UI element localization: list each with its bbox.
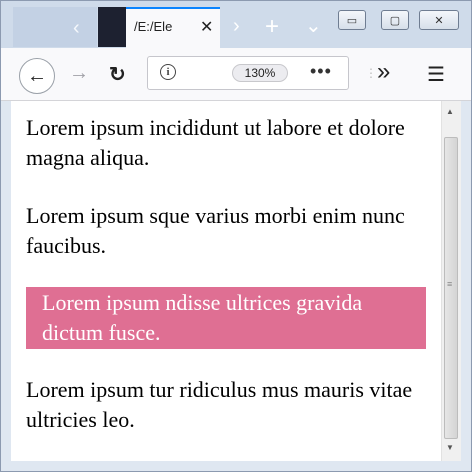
scroll-tabs-left-icon[interactable]: ‹ <box>73 17 80 40</box>
toolbar-separator: ⋮ <box>365 66 377 80</box>
page-actions-icon[interactable]: ••• <box>310 61 332 82</box>
tab-close-icon[interactable]: ✕ <box>200 17 213 37</box>
minimize-icon: ▭ <box>346 14 358 27</box>
restore-icon: ▢ <box>389 14 401 27</box>
overflow-menu-icon[interactable]: » <box>377 58 390 86</box>
highlighted-paragraph: Lorem ipsum ndisse ultrices gravida dict… <box>26 287 426 349</box>
tab-active[interactable]: /E:/Ele ✕ <box>126 7 220 48</box>
paragraph-4: Lorem ipsum tur ridiculus mus mauris vit… <box>26 377 413 432</box>
restore-button[interactable]: ▢ <box>381 10 409 30</box>
reload-button[interactable]: ↻ <box>109 62 126 87</box>
forward-button[interactable]: → <box>69 62 89 85</box>
scroll-up-arrow-icon[interactable]: ▲ <box>446 107 454 116</box>
scrollbar-thumb[interactable]: ≡ <box>444 137 458 439</box>
url-bar[interactable]: i 130% ••• <box>147 56 349 90</box>
tab-strip: ‹ ts /E:/Ele ✕ › + ⌄ ▭ ▢ ✕ <box>1 1 471 48</box>
minimize-button[interactable]: ▭ <box>338 10 366 30</box>
tab-previous[interactable]: ‹ ts <box>13 7 109 47</box>
paragraph-1: Lorem ipsum incididunt ut labore et dolo… <box>26 115 405 170</box>
navigation-toolbar: ← → ↻ i 130% ••• ⋮ » ☰ <box>1 48 471 101</box>
scrollbar-grip-icon: ≡ <box>447 279 453 289</box>
new-tab-icon[interactable]: + <box>265 13 279 41</box>
paragraph-2: Lorem ipsum sque varius morbi enim nunc … <box>26 203 405 258</box>
list-all-tabs-icon[interactable]: ⌄ <box>305 13 322 38</box>
vertical-scrollbar[interactable]: ▲ ≡ ▼ <box>441 101 461 461</box>
tab-dark-favicon[interactable] <box>98 7 126 47</box>
zoom-level-badge[interactable]: 130% <box>232 64 288 82</box>
site-info-icon[interactable]: i <box>160 64 176 80</box>
browser-window: ‹ ts /E:/Ele ✕ › + ⌄ ▭ ▢ ✕ ← → ↻ i 130% … <box>0 0 472 472</box>
page-content: Lorem ipsum incididunt ut labore et dolo… <box>11 101 441 461</box>
scroll-tabs-right-icon[interactable]: › <box>233 15 240 38</box>
scroll-down-arrow-icon[interactable]: ▼ <box>446 443 454 452</box>
close-icon: ✕ <box>434 14 444 27</box>
tab-active-title: /E:/Ele <box>134 19 173 34</box>
back-arrow-icon: ← <box>27 64 47 87</box>
back-button[interactable]: ← <box>19 58 55 94</box>
hamburger-menu-icon[interactable]: ☰ <box>427 62 445 87</box>
close-window-button[interactable]: ✕ <box>419 10 459 30</box>
